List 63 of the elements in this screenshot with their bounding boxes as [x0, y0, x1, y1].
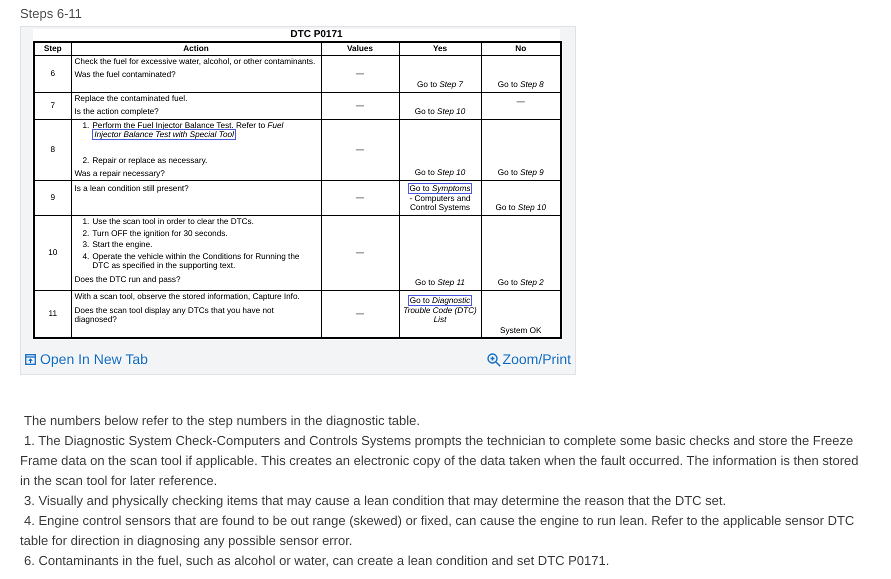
- step-number: 7: [34, 92, 71, 120]
- list-number: 4.: [82, 252, 90, 263]
- section-heading: Steps 6-11: [20, 5, 83, 23]
- action-text: Turn OFF the ignition for 30 seconds.: [92, 228, 228, 238]
- step-number: 10: [34, 215, 71, 290]
- cell-text: - Computers and Control Systems: [408, 194, 472, 213]
- paragraph: 4. Engine control sensors that are found to be out range (skewed) or fixed, can cause the engine to run lean. Refer to the applicable sensor DTC table for direction in diagnosing any possible sensor error.: [20, 512, 856, 550]
- cell-text: Go to Step 2: [498, 278, 544, 288]
- cell-text: Go to Step 10: [414, 107, 466, 116]
- zoom-print-link[interactable]: Zoom/Print: [486, 349, 571, 370]
- cell-text: Go to Step 10: [495, 203, 546, 212]
- cross-reference-link[interactable]: Go to Symptoms: [408, 183, 472, 194]
- list-number: 1.: [82, 216, 90, 227]
- paragraph: The numbers below refer to the step numbers in the diagnostic table.: [23, 412, 421, 430]
- cell-text: Go to Step 9: [498, 168, 544, 178]
- column-header: Action: [71, 42, 321, 56]
- paragraph: 6. Contaminants in the fuel, such as alcohol or water, can create a lean condition and set DTC P0171.: [23, 552, 610, 570]
- open-in-new-tab-link[interactable]: Open In New Tab: [25, 349, 148, 370]
- paragraph: 1. The Diagnostic System Check-Computers and Controls Systems prompts the technician to complete some basic checks and store the Freeze Frame data on the scan tool if applicable. This creates an electronic copy of the data taken when the fault occurred. The information is then stored in the scan tool for later reference.: [20, 432, 860, 490]
- paragraph: 3. Visually and physically checking items that may cause a lean condition that may determine the reason that the DTC set.: [23, 492, 728, 510]
- action-text: Check the fuel for excessive water, alcohol, or other contaminants.: [74, 56, 316, 66]
- question-text: Does the DTC run and pass?: [74, 274, 182, 285]
- column-header: Yes: [399, 42, 481, 56]
- step-number: 9: [34, 180, 71, 216]
- value-text: —: [356, 193, 364, 202]
- new-tab-icon: [25, 354, 36, 366]
- question-text: Is a lean condition still present?: [74, 184, 190, 194]
- action-text: Repair or replace as necessary.: [92, 156, 208, 165]
- cross-reference-link[interactable]: Go to Diagnostic: [408, 294, 472, 306]
- cell-text: Go to Step 8: [498, 80, 544, 89]
- cell-text: Go to Step 10: [414, 168, 466, 178]
- cell-text: Go to Step 7: [417, 80, 463, 89]
- value-text: —: [356, 309, 364, 318]
- action-text: Operate the vehicle within the Conditions for Running the DTC as specified in the supporting text.: [92, 252, 300, 270]
- question-text: Is the action complete?: [74, 107, 160, 117]
- cell-text: System OK: [500, 326, 542, 335]
- cell-text: Go to Step 11: [415, 278, 465, 288]
- action-text: Start the engine.: [92, 240, 152, 250]
- cell-text: —: [516, 96, 525, 106]
- column-header: Step: [34, 42, 71, 56]
- list-number: 2.: [82, 156, 90, 166]
- action-text: Perform the Fuel Injector Balance Test. Refer to Fuel: [92, 120, 284, 130]
- action-text: Replace the contaminated fuel.: [74, 94, 188, 104]
- cross-reference-link[interactable]: Injector Balance Test with Special Tool: [92, 129, 236, 140]
- list-number: 2.: [82, 228, 90, 238]
- step-number: 8: [34, 119, 71, 180]
- value-text: —: [356, 248, 364, 258]
- action-text: Use the scan tool in order to clear the DTCs.: [92, 216, 254, 226]
- value-text: —: [356, 100, 364, 110]
- step-number: 6: [34, 55, 71, 92]
- question-text: Was the fuel contaminated?: [74, 70, 177, 80]
- value-text: —: [356, 144, 364, 154]
- column-header: No: [481, 42, 561, 56]
- cell-text: Trouble Code (DTC) List: [402, 306, 478, 325]
- question-text: Does the scan tool display any DTCs that you have not diagnosed?: [74, 306, 275, 325]
- column-header: Values: [321, 42, 399, 56]
- value-text: —: [356, 68, 364, 78]
- list-number: 1.: [82, 120, 90, 132]
- table-title: DTC P0171: [289, 29, 344, 41]
- action-text: With a scan tool, observe the stored information, Capture Info.: [74, 292, 301, 302]
- question-text: Was a repair necessary?: [74, 169, 166, 179]
- list-number: 3.: [82, 240, 90, 250]
- zoom-icon: [486, 352, 501, 367]
